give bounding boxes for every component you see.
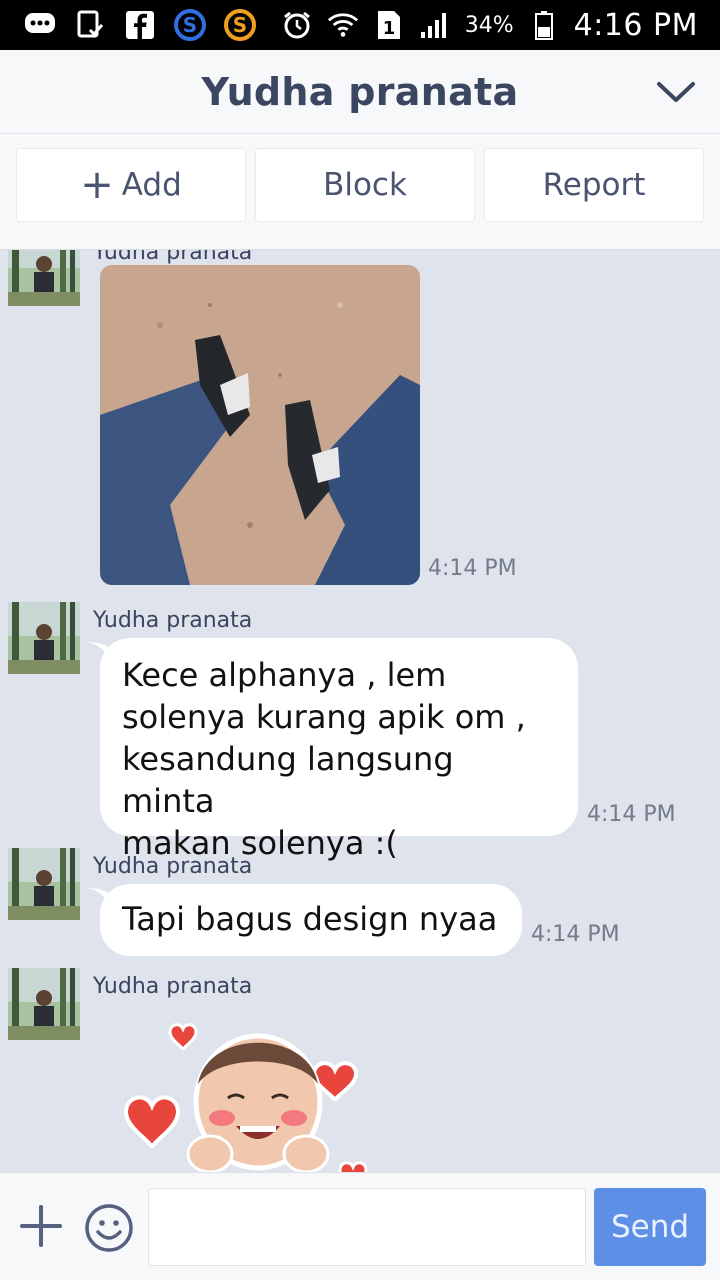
message-text-line: Tapi bagus design nyaa: [122, 900, 498, 938]
add-friend-button[interactable]: + Add: [16, 148, 246, 222]
sim-icon: 1: [373, 9, 405, 41]
baby-hearts-sticker[interactable]: [118, 1014, 388, 1172]
avatar[interactable]: [8, 968, 80, 1040]
action-bar: + Add Block Report: [0, 134, 720, 250]
block-button[interactable]: Block: [255, 148, 475, 222]
alarm-icon: [281, 9, 313, 41]
report-label: Report: [542, 167, 646, 203]
message-text-line: kesandung langsung minta: [122, 740, 454, 820]
report-button[interactable]: Report: [484, 148, 704, 222]
add-label: Add: [121, 167, 182, 203]
message-input[interactable]: [148, 1188, 586, 1266]
message-bubble[interactable]: Tapi bagus design nyaa: [88, 884, 522, 956]
chat-title: Yudha pranata: [201, 69, 519, 114]
avatar[interactable]: [8, 848, 80, 920]
s-app-orange-icon: S: [224, 9, 256, 41]
emoji-icon[interactable]: [84, 1203, 134, 1253]
clock: 4:16 PM: [573, 7, 698, 43]
message-bubble[interactable]: Kece alphanya , lem solenya kurang apik …: [88, 638, 578, 862]
message-text-line: Kece alphanya , lem: [122, 656, 447, 694]
plus-icon: +: [80, 162, 114, 208]
battery-percent: 34%: [464, 12, 514, 38]
status-bar: S S 1 34% 4:16 PM: [0, 0, 720, 50]
download-check-icon: [74, 9, 106, 41]
sender-name: Yudha pranata: [93, 854, 253, 879]
wifi-icon: [327, 9, 359, 41]
battery-icon: [528, 9, 560, 41]
message-composer: Send: [0, 1172, 720, 1280]
message-time: 4:14 PM: [428, 556, 517, 581]
avatar[interactable]: [8, 250, 80, 306]
s-app-blue-icon: S: [174, 9, 206, 41]
sim-badge: 1: [382, 18, 395, 39]
avatar[interactable]: [8, 602, 80, 674]
svg-text:S: S: [233, 13, 247, 37]
chevron-down-icon[interactable]: [656, 74, 696, 110]
message-time: 4:14 PM: [531, 922, 620, 947]
chat-header: Yudha pranata: [0, 50, 720, 134]
block-label: Block: [323, 167, 407, 203]
chat-area[interactable]: Yudha pranata 4:14 PM Yudha pranata Kece…: [0, 250, 720, 1172]
sender-name: Yudha pranata: [93, 250, 253, 265]
messages-icon: [24, 9, 56, 41]
sender-name: Yudha pranata: [93, 608, 253, 633]
plus-icon[interactable]: [18, 1203, 64, 1249]
send-button[interactable]: Send: [594, 1188, 706, 1266]
svg-text:S: S: [183, 13, 197, 37]
facebook-icon: [124, 9, 156, 41]
signal-icon: [419, 9, 451, 41]
sender-name: Yudha pranata: [93, 974, 253, 999]
shared-photo[interactable]: [100, 265, 420, 585]
message-text-line: solenya kurang apik om ,: [122, 698, 526, 736]
message-time: 4:14 PM: [587, 802, 676, 827]
